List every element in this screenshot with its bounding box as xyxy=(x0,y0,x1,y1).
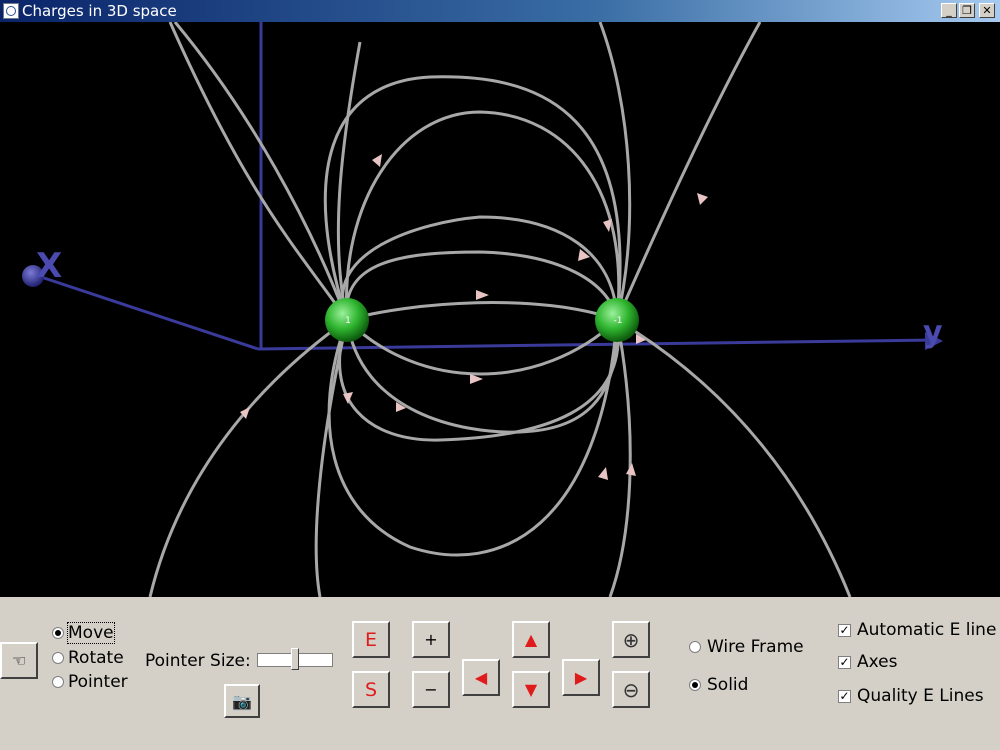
window-title: Charges in 3D space xyxy=(22,2,177,20)
app-icon xyxy=(3,3,19,19)
remove-button[interactable]: − xyxy=(412,671,450,708)
restore-button[interactable]: ❐ xyxy=(959,3,975,18)
field-arrow xyxy=(697,193,708,205)
y-axis-label: y xyxy=(923,315,943,350)
x-axis-label: X xyxy=(36,246,62,286)
hand-tool-button[interactable]: ☜ xyxy=(0,642,38,679)
arrow-left-icon: ◀ xyxy=(474,668,488,687)
charge-label: 1 xyxy=(345,316,351,326)
control-panel: ☜ Move Rotate Pointer Pointer Size: 📷 E … xyxy=(0,597,1000,750)
scene-canvas: X y 1 -1 xyxy=(22,22,943,597)
radio-move[interactable] xyxy=(52,627,64,639)
field-line xyxy=(168,22,349,321)
radio-rotate[interactable] xyxy=(52,652,64,664)
radio-solid-label[interactable]: Solid xyxy=(707,675,748,695)
move-left-button[interactable]: ◀ xyxy=(462,659,500,696)
field-arrow xyxy=(598,467,608,480)
x-axis xyxy=(34,273,259,351)
3d-viewport[interactable]: X y 1 -1 xyxy=(0,22,1000,597)
radio-pointer-label[interactable]: Pointer xyxy=(68,672,128,692)
checkbox-axes-label[interactable]: Axes xyxy=(857,652,897,672)
zoom-out-button[interactable]: ⊖ xyxy=(612,671,650,708)
field-arrow xyxy=(476,290,489,300)
add-button[interactable]: + xyxy=(412,621,450,658)
field-arrow xyxy=(626,463,636,476)
hand-icon: ☜ xyxy=(11,651,27,670)
checkbox-quality-e-lines-label[interactable]: Quality E Lines xyxy=(857,686,984,706)
zoom-in-button[interactable]: ⊕ xyxy=(612,621,650,658)
zoom-in-icon: ⊕ xyxy=(622,627,640,652)
field-line xyxy=(345,319,619,434)
arrow-down-icon: ▼ xyxy=(524,680,538,699)
field-arrow xyxy=(470,374,483,384)
charge-positive[interactable]: 1 xyxy=(325,298,369,342)
minimize-button[interactable]: _ xyxy=(941,3,957,18)
checkbox-automatic-e-line-label[interactable]: Automatic E line xyxy=(857,620,996,640)
charge-negative[interactable]: -1 xyxy=(595,298,639,342)
radio-solid[interactable] xyxy=(689,679,701,691)
radio-wire-frame[interactable] xyxy=(689,641,701,653)
field-line xyxy=(615,22,762,321)
arrow-up-icon: ▲ xyxy=(524,630,538,649)
snapshot-button[interactable]: 📷 xyxy=(224,684,260,718)
radio-wire-frame-label[interactable]: Wire Frame xyxy=(707,637,804,657)
charge-label: -1 xyxy=(614,316,623,326)
checkbox-automatic-e-line[interactable]: ✓ xyxy=(838,624,851,637)
field-line xyxy=(346,301,618,322)
pointer-size-slider-thumb[interactable] xyxy=(291,648,299,670)
field-line xyxy=(336,41,362,321)
radio-rotate-label[interactable]: Rotate xyxy=(68,648,124,668)
field-lines xyxy=(148,22,852,597)
checkbox-axes[interactable]: ✓ xyxy=(838,656,851,669)
y-axis xyxy=(257,338,936,351)
move-up-button[interactable]: ▲ xyxy=(512,621,550,658)
field-arrow xyxy=(372,154,382,167)
camera-icon: 📷 xyxy=(232,691,252,711)
checkbox-quality-e-lines[interactable]: ✓ xyxy=(838,690,851,703)
close-button[interactable]: ✕ xyxy=(979,3,995,18)
axes: X y xyxy=(22,22,943,351)
arrow-right-icon: ▶ xyxy=(574,668,588,687)
e-button[interactable]: E xyxy=(352,621,390,658)
field-line xyxy=(616,318,852,597)
pointer-size-label: Pointer Size: xyxy=(145,651,251,671)
s-button[interactable]: S xyxy=(352,671,390,708)
radio-pointer[interactable] xyxy=(52,676,64,688)
field-line xyxy=(341,215,619,321)
move-down-button[interactable]: ▼ xyxy=(512,671,550,708)
title-bar: Charges in 3D space _ ❐ ✕ xyxy=(0,0,1000,22)
radio-move-label[interactable]: Move xyxy=(67,622,115,644)
move-right-button[interactable]: ▶ xyxy=(562,659,600,696)
zoom-out-icon: ⊖ xyxy=(622,677,640,702)
field-line xyxy=(314,319,349,597)
